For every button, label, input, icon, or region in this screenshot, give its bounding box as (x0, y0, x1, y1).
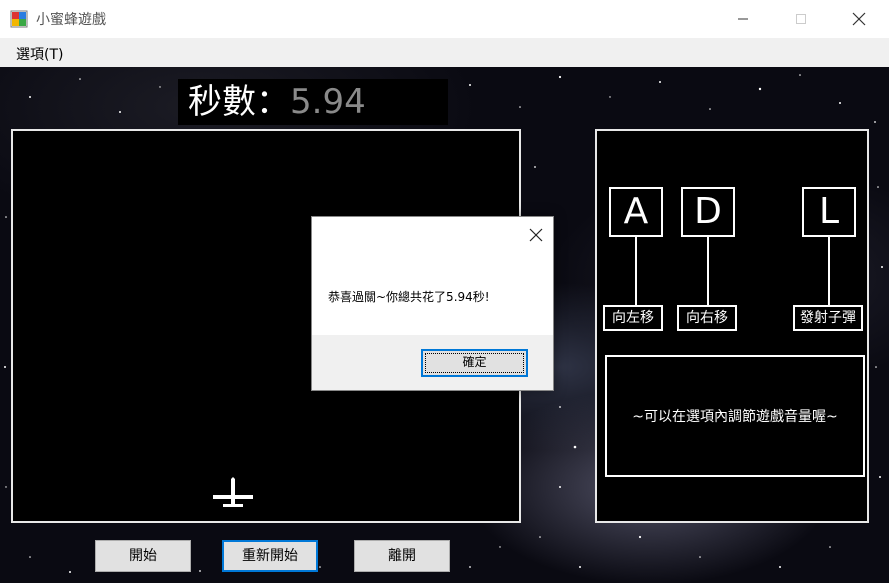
close-button[interactable] (836, 0, 882, 38)
window-title: 小蜜蜂遊戲 (36, 12, 106, 28)
key-d-connector (707, 237, 709, 305)
timer-display: 秒數：5.94 (178, 79, 448, 125)
key-l-label: 發射子彈 (793, 305, 863, 331)
key-a-box: A (609, 187, 663, 237)
dialog-close-button[interactable] (529, 227, 543, 246)
key-d-box: D (681, 187, 735, 237)
start-button[interactable]: 開始 (95, 540, 191, 572)
app-icon (10, 10, 28, 28)
key-l-box: L (802, 187, 856, 237)
key-l-connector (828, 237, 830, 305)
plane-icon (213, 477, 253, 507)
message-dialog: 恭喜過關~你總共花了5.94秒! 確定 (311, 216, 554, 391)
dialog-message: 恭喜過關~你總共花了5.94秒! (328, 290, 490, 304)
minimize-button[interactable] (720, 0, 766, 38)
timer-value: 5.94 (290, 82, 366, 122)
minimize-icon (738, 18, 748, 20)
info-text: ~可以在選項內調節遊戲音量喔~ (632, 409, 838, 425)
exit-button[interactable]: 離開 (354, 540, 450, 572)
key-a-connector (635, 237, 637, 305)
close-icon (529, 228, 543, 242)
menu-bar: 選項(T) (0, 38, 889, 67)
key-a-label: 向左移 (603, 305, 663, 331)
dialog-ok-button[interactable]: 確定 (421, 349, 528, 377)
close-icon (852, 12, 866, 26)
maximize-button[interactable] (778, 0, 824, 38)
restart-button[interactable]: 重新開始 (222, 540, 318, 572)
menu-options[interactable]: 選項(T) (16, 44, 63, 64)
key-d-label: 向右移 (677, 305, 737, 331)
dialog-footer: 確定 (312, 335, 553, 390)
info-text-box: ~可以在選項內調節遊戲音量喔~ (605, 355, 865, 477)
controls-panel: A 向左移 D 向右移 L 發射子彈 ~可以在選項內調節遊戲音量喔~ (595, 129, 869, 523)
title-bar: 小蜜蜂遊戲 (0, 0, 889, 38)
maximize-icon (796, 14, 806, 24)
timer-label: 秒數： (188, 82, 290, 122)
